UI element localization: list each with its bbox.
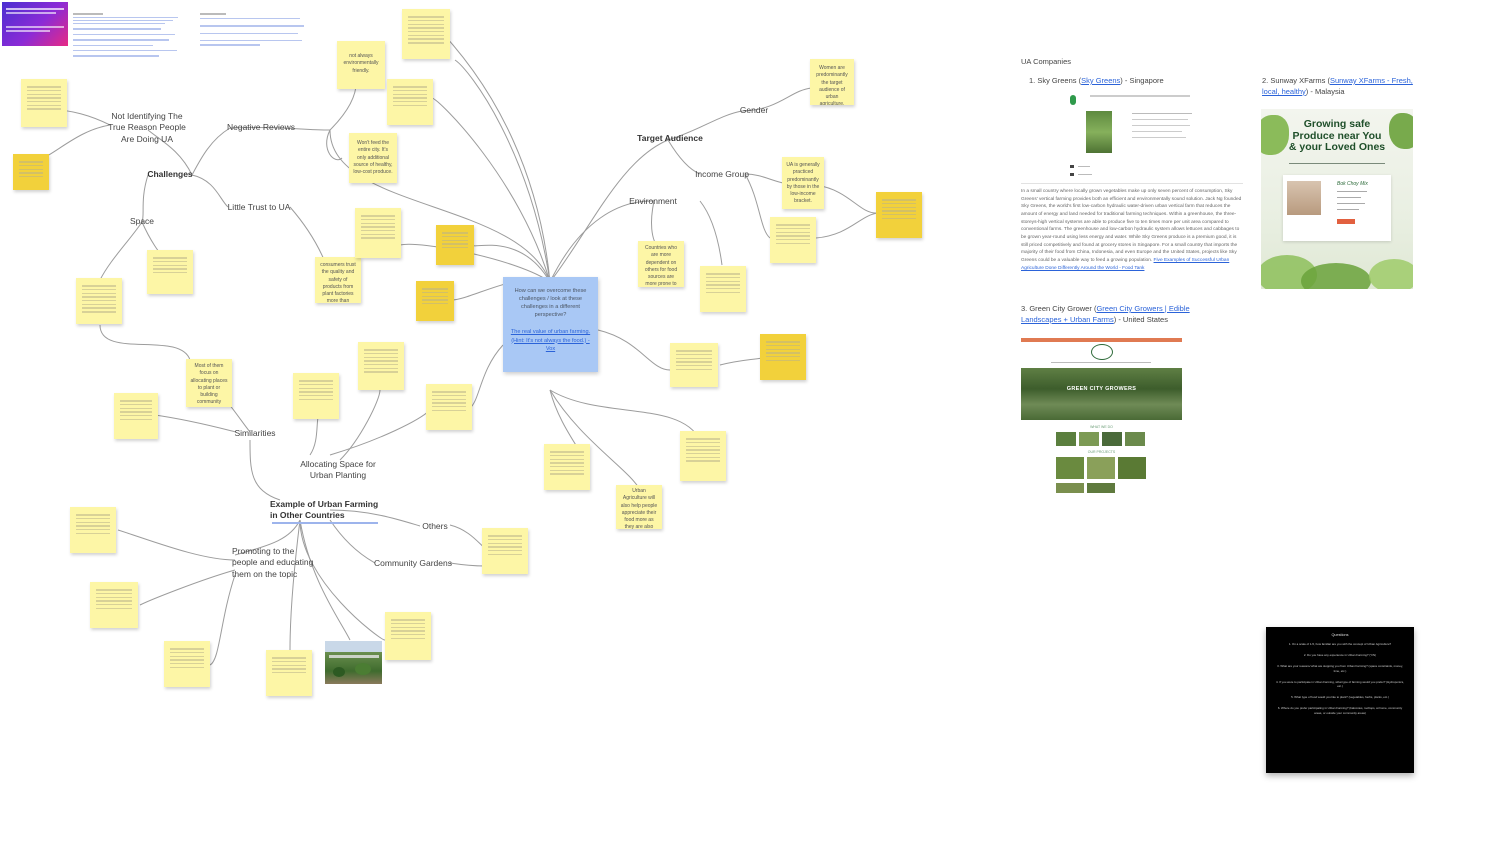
central-question-text: How can we overcome these challenges / l… bbox=[514, 288, 587, 319]
sky-greens-paragraph: In a small country where locally grown v… bbox=[1021, 189, 1242, 271]
sticky-note[interactable] bbox=[402, 9, 450, 59]
node-others[interactable]: Others bbox=[420, 521, 450, 532]
reference-links-block-1[interactable] bbox=[73, 11, 183, 59]
sticky-note[interactable] bbox=[114, 393, 158, 439]
node-negative-reviews[interactable]: Negative Reviews bbox=[226, 122, 296, 133]
sticky-note-dark[interactable] bbox=[416, 281, 454, 321]
header-image-thumbnail[interactable] bbox=[2, 2, 68, 46]
node-community-gardens[interactable]: Community Gardens bbox=[372, 558, 454, 569]
ua-companies-heading: UA Companies bbox=[1021, 57, 1072, 66]
sticky-note-dark[interactable] bbox=[436, 225, 474, 265]
node-example-countries[interactable]: Example of Urban Farming in Other Countr… bbox=[270, 499, 380, 522]
sticky-note[interactable] bbox=[770, 217, 816, 263]
sticky-note[interactable] bbox=[385, 612, 431, 660]
node-not-identifying[interactable]: Not Identifying The True Reason People A… bbox=[106, 111, 188, 145]
node-promoting[interactable]: Promoting to the people and educating th… bbox=[232, 546, 318, 580]
sticky-dependent-countries[interactable]: Countries who are more dependent on othe… bbox=[638, 241, 684, 287]
sky-greens-link[interactable]: Sky Greens bbox=[1081, 76, 1120, 85]
sticky-consumers-trust[interactable]: consumers trust the quality and safety o… bbox=[315, 257, 361, 303]
central-question-card[interactable]: How can we overcome these challenges / l… bbox=[503, 277, 598, 372]
questions-title: Questions bbox=[1331, 633, 1349, 637]
sticky-appreciate-food[interactable]: Urban Agriculture will also help people … bbox=[616, 485, 662, 529]
rooftop-garden-photo[interactable] bbox=[325, 641, 382, 684]
green-city-growers-screenshot[interactable]: GREEN CITY GROWERS WHAT WE DO OUR PROJEC… bbox=[1021, 338, 1182, 493]
sticky-note-dark[interactable] bbox=[760, 334, 806, 380]
sticky-most-of-them[interactable]: Most of them focus on allocating places … bbox=[186, 359, 232, 407]
sticky-note[interactable] bbox=[147, 250, 193, 294]
node-income-group[interactable]: Income Group bbox=[694, 169, 750, 180]
sticky-note-dark[interactable] bbox=[13, 154, 49, 190]
banner-line-1: Growing safe bbox=[1303, 118, 1371, 130]
sticky-note[interactable] bbox=[387, 79, 433, 125]
question-item-5: 5. What type of food would you like to p… bbox=[1291, 695, 1389, 700]
sticky-note[interactable] bbox=[266, 650, 312, 696]
sticky-note[interactable] bbox=[355, 208, 401, 258]
sticky-note[interactable] bbox=[700, 266, 746, 312]
sticky-wont-feed-city[interactable]: Won't feed the entire city. It's only ad… bbox=[349, 133, 397, 183]
node-similarities[interactable]: Similarities bbox=[232, 428, 278, 439]
product-card-title: Bok Choy Mix bbox=[1337, 181, 1368, 187]
node-target-audience[interactable]: Target Audience bbox=[634, 133, 706, 144]
our-projects-label: OUR PROJECTS bbox=[1087, 450, 1116, 454]
sticky-note[interactable] bbox=[482, 528, 528, 574]
sticky-note[interactable] bbox=[70, 507, 116, 553]
sticky-note[interactable] bbox=[164, 641, 210, 687]
sticky-note[interactable] bbox=[426, 384, 472, 430]
sky-greens-screenshot[interactable] bbox=[1068, 91, 1198, 179]
node-little-trust[interactable]: Little Trust to UA bbox=[226, 202, 292, 213]
node-environment[interactable]: Environment bbox=[626, 196, 680, 207]
sticky-note[interactable] bbox=[544, 444, 590, 490]
order-button[interactable] bbox=[1337, 219, 1355, 224]
divider bbox=[1021, 183, 1243, 184]
sticky-note[interactable] bbox=[680, 431, 726, 481]
questions-list: 1. On a scale of 1-5, how familiar are y… bbox=[1274, 642, 1406, 715]
sunway-xfarms-screenshot[interactable]: Growing safe Produce near You & your Lov… bbox=[1261, 109, 1413, 289]
sticky-note[interactable] bbox=[670, 343, 718, 387]
sticky-low-income[interactable]: UA is generally practiced predominantly … bbox=[782, 157, 824, 209]
questions-card[interactable]: Questions 1. On a scale of 1-5, how fami… bbox=[1266, 627, 1414, 773]
question-item-1: 1. On a scale of 1-5, how familiar are y… bbox=[1288, 642, 1392, 646]
sticky-note[interactable] bbox=[76, 278, 122, 324]
vox-video-link[interactable]: The real value of urban farming. (Hint: … bbox=[509, 328, 592, 352]
question-item-4: 4. If you were to participate in Urban F… bbox=[1276, 679, 1404, 689]
hero-text: GREEN CITY GROWERS bbox=[1066, 386, 1137, 392]
sticky-not-always-friendly[interactable]: not always environmentally friendly. bbox=[337, 41, 385, 89]
node-allocating[interactable]: Allocating Space for Urban Planting bbox=[296, 459, 380, 482]
node-space[interactable]: Space bbox=[128, 216, 156, 227]
sticky-note[interactable] bbox=[90, 582, 138, 628]
sticky-note[interactable] bbox=[358, 342, 404, 390]
sticky-note-dark[interactable] bbox=[876, 192, 922, 238]
sticky-women-target[interactable]: Women are predominantly the target audie… bbox=[810, 59, 854, 105]
reference-links-block-2[interactable] bbox=[200, 11, 310, 48]
node-challenges[interactable]: Challenges bbox=[146, 169, 194, 180]
question-item-6: 6. Where do you prefer participating in … bbox=[1277, 706, 1403, 715]
question-item-2: 2. Do you have any experience in Urban F… bbox=[1303, 653, 1377, 658]
example-link-underline[interactable] bbox=[272, 522, 378, 524]
company-1-title: 1. Sky Greens (Sky Greens) - Singapore bbox=[1029, 76, 1164, 85]
question-item-3: 3. What are your reasons/ what are stopp… bbox=[1277, 664, 1403, 673]
banner-line-3: & your Loved Ones bbox=[1288, 141, 1386, 154]
company-2-title: 2. Sunway XFarms (Sunway XFarms - Fresh,… bbox=[1262, 76, 1413, 96]
what-we-do-label: WHAT WE DO bbox=[1090, 425, 1113, 429]
node-gender[interactable]: Gender bbox=[738, 105, 770, 116]
sticky-note[interactable] bbox=[293, 373, 339, 419]
company-3-title: 3. Green City Grower (Green City Growers… bbox=[1021, 304, 1190, 324]
sticky-note[interactable] bbox=[21, 79, 67, 127]
